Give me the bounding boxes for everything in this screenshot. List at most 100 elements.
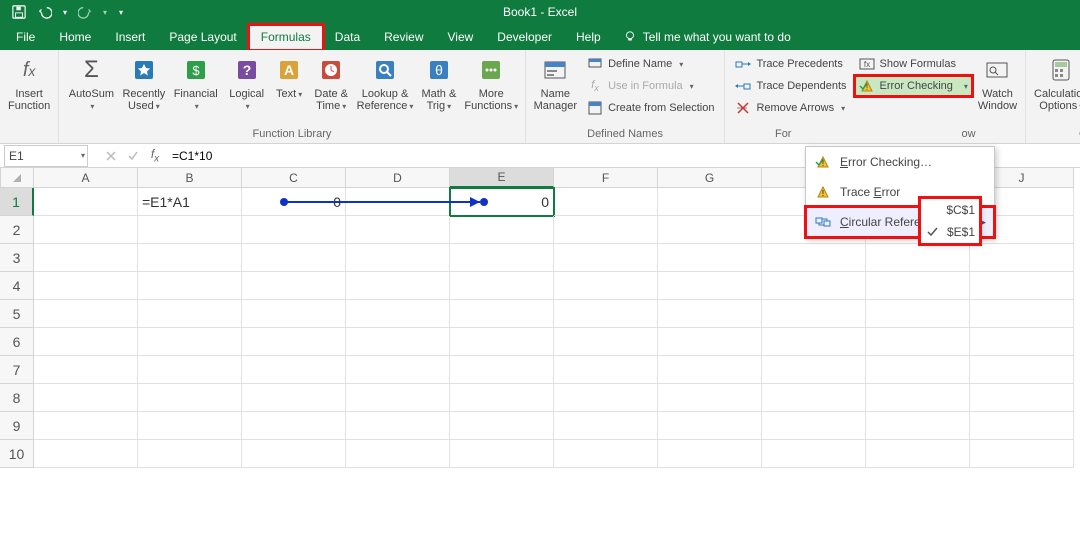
cell-I8[interactable]: [866, 384, 970, 412]
col-E[interactable]: E: [450, 168, 554, 188]
cell-E8[interactable]: [450, 384, 554, 412]
undo-dropdown[interactable]: ▾: [60, 2, 70, 22]
tab-insert[interactable]: Insert: [103, 25, 157, 50]
cell-D2[interactable]: [346, 216, 450, 244]
col-F[interactable]: F: [554, 168, 658, 188]
cell-A5[interactable]: [34, 300, 138, 328]
cell-I6[interactable]: [866, 328, 970, 356]
math-button[interactable]: θ Math & Trig▾: [418, 52, 460, 113]
rowhead-8[interactable]: 8: [0, 384, 34, 412]
cell-D8[interactable]: [346, 384, 450, 412]
cell-E7[interactable]: [450, 356, 554, 384]
col-G[interactable]: G: [658, 168, 762, 188]
cell-C6[interactable]: [242, 328, 346, 356]
cell-G1[interactable]: [658, 188, 762, 216]
cell-C4[interactable]: [242, 272, 346, 300]
cell-A1[interactable]: [34, 188, 138, 216]
cell-A4[interactable]: [34, 272, 138, 300]
cell-I10[interactable]: [866, 440, 970, 468]
cell-E2[interactable]: [450, 216, 554, 244]
cell-H9[interactable]: [762, 412, 866, 440]
insert-function-button[interactable]: fx Insert Function: [6, 52, 52, 112]
tab-data[interactable]: Data: [323, 25, 372, 50]
cell-A7[interactable]: [34, 356, 138, 384]
cell-J7[interactable]: [970, 356, 1074, 384]
cell-F6[interactable]: [554, 328, 658, 356]
cell-J10[interactable]: [970, 440, 1074, 468]
cell-B4[interactable]: [138, 272, 242, 300]
recently-used-button[interactable]: Recently Used▾: [122, 52, 166, 113]
cell-C3[interactable]: [242, 244, 346, 272]
col-A[interactable]: A: [34, 168, 138, 188]
rowhead-9[interactable]: 9: [0, 412, 34, 440]
cell-G6[interactable]: [658, 328, 762, 356]
cell-A3[interactable]: [34, 244, 138, 272]
trace-precedents-button[interactable]: Trace Precedents: [731, 54, 850, 74]
cell-J9[interactable]: [970, 412, 1074, 440]
insert-function-fx-button[interactable]: fx: [144, 145, 166, 167]
cell-G2[interactable]: [658, 216, 762, 244]
cell-F3[interactable]: [554, 244, 658, 272]
create-from-selection-button[interactable]: Create from Selection: [583, 98, 718, 118]
undo-button[interactable]: [34, 2, 56, 22]
cell-I3[interactable]: [866, 244, 970, 272]
error-checking-button[interactable]: ! Error Checking▾: [855, 76, 972, 96]
cell-E6[interactable]: [450, 328, 554, 356]
cell-C5[interactable]: [242, 300, 346, 328]
tab-home[interactable]: Home: [47, 25, 103, 50]
rowhead-5[interactable]: 5: [0, 300, 34, 328]
rowhead-1[interactable]: 1: [0, 188, 34, 216]
watch-window-button[interactable]: WatchWindow: [976, 52, 1019, 112]
rowhead-7[interactable]: 7: [0, 356, 34, 384]
cell-C8[interactable]: [242, 384, 346, 412]
cell-B9[interactable]: [138, 412, 242, 440]
cell-A9[interactable]: [34, 412, 138, 440]
tab-developer[interactable]: Developer: [485, 25, 564, 50]
cell-G5[interactable]: [658, 300, 762, 328]
cell-D7[interactable]: [346, 356, 450, 384]
trace-dependents-button[interactable]: Trace Dependents: [731, 76, 850, 96]
tab-view[interactable]: View: [436, 25, 486, 50]
cell-I5[interactable]: [866, 300, 970, 328]
cell-A10[interactable]: [34, 440, 138, 468]
col-B[interactable]: B: [138, 168, 242, 188]
cell-B8[interactable]: [138, 384, 242, 412]
cell-H8[interactable]: [762, 384, 866, 412]
cell-D10[interactable]: [346, 440, 450, 468]
cell-E3[interactable]: [450, 244, 554, 272]
cell-A8[interactable]: [34, 384, 138, 412]
cell-I7[interactable]: [866, 356, 970, 384]
cell-H10[interactable]: [762, 440, 866, 468]
cell-B7[interactable]: [138, 356, 242, 384]
cell-A6[interactable]: [34, 328, 138, 356]
redo-dropdown[interactable]: ▾: [100, 2, 110, 22]
rowhead-4[interactable]: 4: [0, 272, 34, 300]
cell-C9[interactable]: [242, 412, 346, 440]
cell-D9[interactable]: [346, 412, 450, 440]
cell-G8[interactable]: [658, 384, 762, 412]
circular-ref-e1[interactable]: $E$1: [921, 221, 979, 243]
cell-H5[interactable]: [762, 300, 866, 328]
cell-J6[interactable]: [970, 328, 1074, 356]
cell-G9[interactable]: [658, 412, 762, 440]
tell-me-search[interactable]: Tell me what you want to do: [623, 25, 791, 50]
calculation-options-button[interactable]: Calculation Options▾: [1032, 52, 1080, 113]
enter-formula-button[interactable]: [122, 145, 144, 167]
cell-F1[interactable]: [554, 188, 658, 216]
cell-D4[interactable]: [346, 272, 450, 300]
circular-ref-c1[interactable]: $C$1: [921, 199, 979, 221]
col-C[interactable]: C: [242, 168, 346, 188]
cell-J4[interactable]: [970, 272, 1074, 300]
show-formulas-button[interactable]: fx Show Formulas: [855, 54, 972, 74]
qat-customize[interactable]: ▾: [114, 2, 128, 22]
more-functions-button[interactable]: More Functions▾: [464, 52, 519, 113]
cell-H3[interactable]: [762, 244, 866, 272]
cell-B2[interactable]: [138, 216, 242, 244]
cell-G7[interactable]: [658, 356, 762, 384]
redo-button[interactable]: [74, 2, 96, 22]
rowhead-10[interactable]: 10: [0, 440, 34, 468]
text-button[interactable]: A Text▾: [272, 52, 306, 101]
cell-E9[interactable]: [450, 412, 554, 440]
cell-E5[interactable]: [450, 300, 554, 328]
rowhead-6[interactable]: 6: [0, 328, 34, 356]
